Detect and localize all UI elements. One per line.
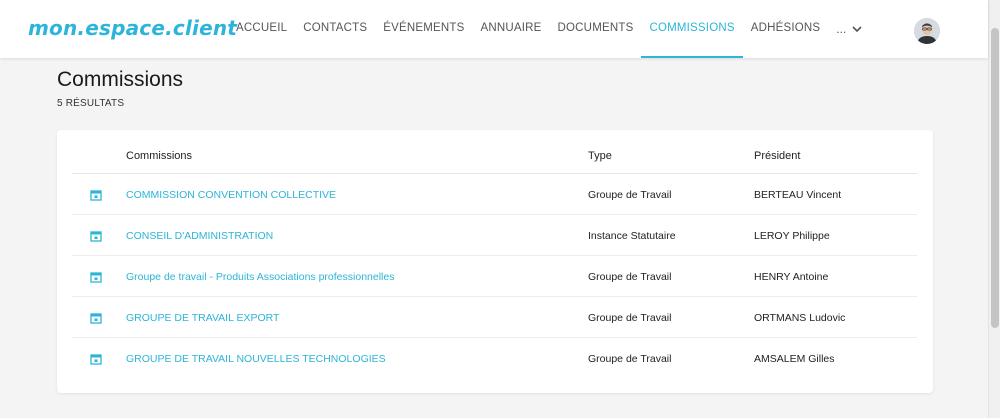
nav-item-accueil[interactable]: ACCUEIL bbox=[228, 0, 295, 58]
results-count: 5 RÉSULTATS bbox=[57, 98, 125, 109]
commission-type: Groupe de Travail bbox=[588, 353, 672, 365]
commission-name-link[interactable]: COMMISSION CONVENTION COLLECTIVE bbox=[126, 189, 336, 201]
calendar-icon[interactable] bbox=[90, 352, 102, 365]
top-navigation-bar: mon.espace.client ACCUEIL CONTACTS ÉVÉNE… bbox=[0, 0, 988, 58]
table-row[interactable]: Groupe de travail - Produits Association… bbox=[72, 256, 917, 297]
page-title: Commissions bbox=[57, 68, 184, 91]
table-header: Commissions Type Président bbox=[72, 144, 917, 174]
commission-president: HENRY Antoine bbox=[754, 271, 829, 283]
column-header-type: Type bbox=[588, 150, 612, 162]
nav-item-annuaire[interactable]: ANNUAIRE bbox=[473, 0, 550, 58]
calendar-icon[interactable] bbox=[90, 229, 102, 242]
commission-type: Groupe de Travail bbox=[588, 189, 672, 201]
nav-more-menu[interactable]: ... bbox=[828, 0, 870, 58]
commissions-table-card: Commissions Type Président COMMISSION CO… bbox=[57, 130, 933, 393]
nav-item-documents[interactable]: DOCUMENTS bbox=[550, 0, 642, 58]
commission-name-link[interactable]: Groupe de travail - Produits Association… bbox=[126, 271, 394, 283]
main-nav: ACCUEIL CONTACTS ÉVÉNEMENTS ANNUAIRE DOC… bbox=[228, 0, 870, 58]
table-row[interactable]: GROUPE DE TRAVAIL NOUVELLES TECHNOLOGIES… bbox=[72, 338, 917, 379]
scrollbar-thumb[interactable] bbox=[991, 28, 999, 328]
nav-item-commissions[interactable]: COMMISSIONS bbox=[641, 0, 743, 58]
calendar-icon[interactable] bbox=[90, 311, 102, 324]
commission-name-link[interactable]: CONSEIL D'ADMINISTRATION bbox=[126, 230, 273, 242]
nav-more-label: ... bbox=[836, 22, 847, 36]
commission-type: Groupe de Travail bbox=[588, 271, 672, 283]
page-scrollbar[interactable] bbox=[988, 0, 1000, 418]
table-row[interactable]: CONSEIL D'ADMINISTRATION Instance Statut… bbox=[72, 215, 917, 256]
table-row[interactable]: GROUPE DE TRAVAIL EXPORT Groupe de Trava… bbox=[72, 297, 917, 338]
commission-type: Instance Statutaire bbox=[588, 230, 676, 242]
commission-president: LEROY Philippe bbox=[754, 230, 830, 242]
calendar-icon[interactable] bbox=[90, 270, 102, 283]
table-row[interactable]: COMMISSION CONVENTION COLLECTIVE Groupe … bbox=[72, 174, 917, 215]
calendar-icon[interactable] bbox=[90, 188, 102, 201]
brand-logo[interactable]: mon.espace.client bbox=[28, 16, 237, 40]
nav-item-adhesions[interactable]: ADHÉSIONS bbox=[743, 0, 829, 58]
user-avatar[interactable] bbox=[914, 18, 940, 44]
nav-item-contacts[interactable]: CONTACTS bbox=[295, 0, 375, 58]
commission-type: Groupe de Travail bbox=[588, 312, 672, 324]
commission-president: BERTEAU Vincent bbox=[754, 189, 842, 201]
commission-president: ORTMANS Ludovic bbox=[754, 312, 846, 324]
commission-name-link[interactable]: GROUPE DE TRAVAIL NOUVELLES TECHNOLOGIES bbox=[126, 353, 386, 365]
column-header-commissions: Commissions bbox=[126, 150, 193, 162]
nav-item-evenements[interactable]: ÉVÉNEMENTS bbox=[375, 0, 472, 58]
column-header-president: Président bbox=[754, 150, 801, 162]
chevron-down-icon bbox=[852, 25, 862, 33]
commission-president: AMSALEM Gilles bbox=[754, 353, 835, 365]
commission-name-link[interactable]: GROUPE DE TRAVAIL EXPORT bbox=[126, 312, 279, 324]
